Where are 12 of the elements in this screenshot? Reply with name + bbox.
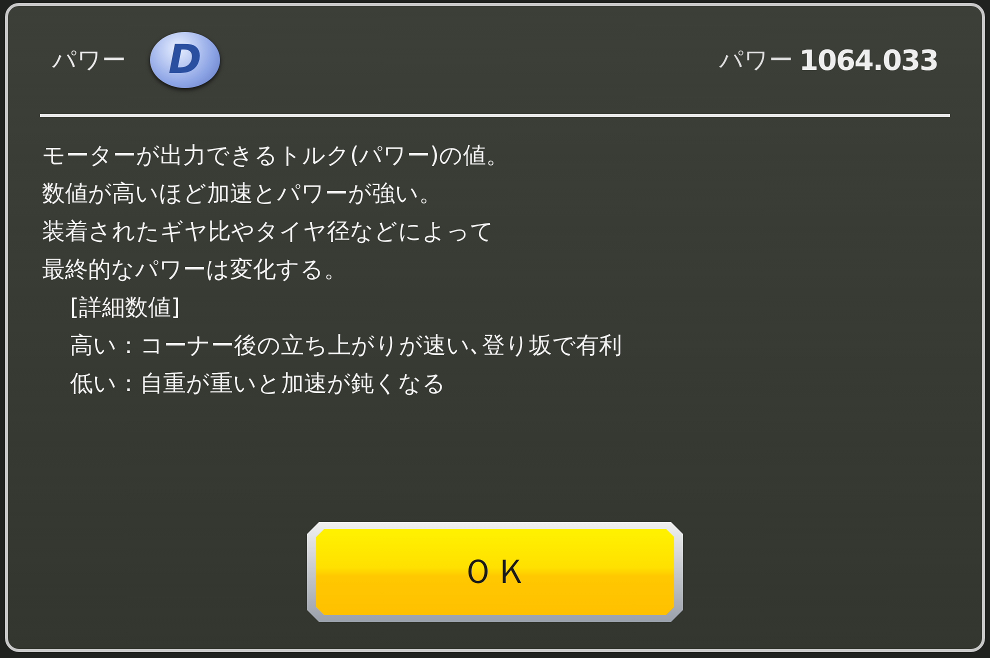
detail-line: 高い：コーナー後の立ち上がりが速い､登り坂で有利	[69, 332, 623, 361]
stat-title: パワー	[52, 45, 126, 76]
detail-line: 低い：自重が重いと加速が鈍くなる	[69, 370, 447, 399]
ok-button[interactable]: ＯＫ	[316, 529, 674, 615]
description-line: 数値が高いほど加速とパワーが強い。	[42, 180, 443, 209]
description-line: 装着されたギヤ比やタイヤ径などによって	[42, 218, 495, 247]
details-heading: [詳細数値]	[69, 294, 181, 323]
description-line: 最終的なパワーは変化する。	[42, 256, 348, 285]
grade-badge: D	[150, 32, 220, 88]
stat-label: パワー	[718, 45, 793, 76]
description-line: モーターが出力できるトルク(パワー)の値。	[42, 142, 510, 171]
stat-value: 1064.033	[798, 44, 938, 76]
